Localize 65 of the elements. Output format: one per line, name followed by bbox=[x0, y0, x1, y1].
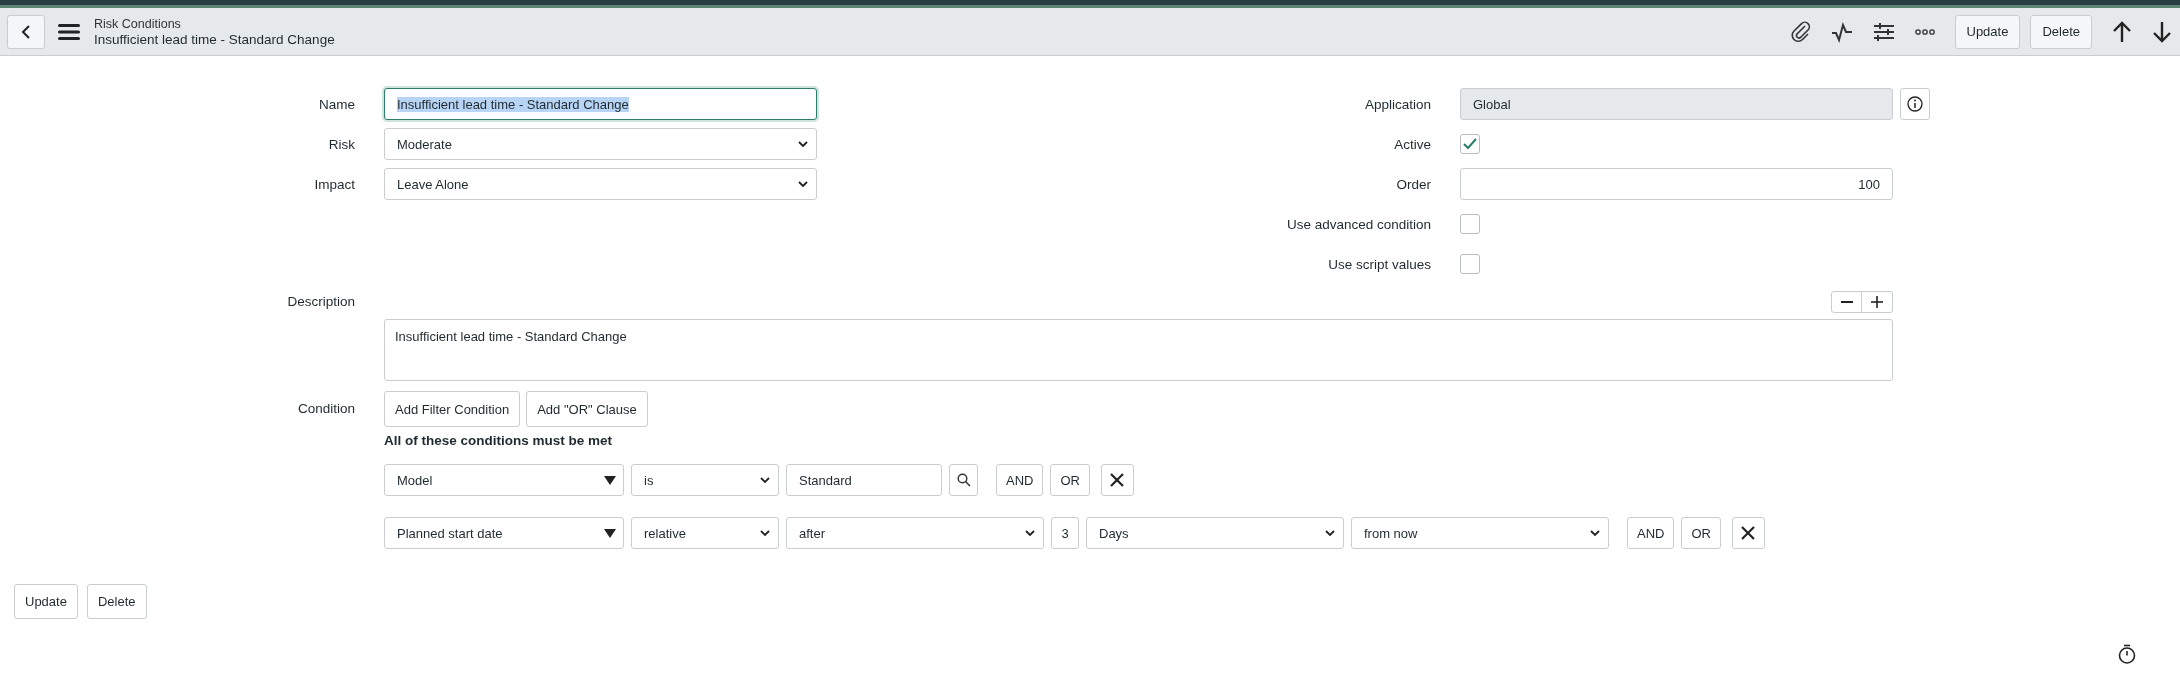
field-label: Name bbox=[318, 96, 355, 112]
logic-button[interactable]: OR bbox=[1050, 464, 1090, 496]
checkbox[interactable] bbox=[1460, 134, 1480, 154]
field-label: Condition bbox=[296, 400, 355, 418]
arrow-up-icon[interactable] bbox=[2112, 20, 2132, 43]
record-title: Insufficient lead time - Standard Change bbox=[94, 31, 335, 48]
value-select[interactable]: Days bbox=[1086, 517, 1344, 549]
field-label: Application bbox=[1363, 96, 1431, 112]
menu-icon[interactable] bbox=[58, 22, 80, 41]
info-button[interactable] bbox=[1900, 88, 1930, 120]
paperclip-icon[interactable] bbox=[1790, 20, 1811, 43]
close-icon bbox=[1741, 526, 1756, 540]
value-select[interactable]: from now bbox=[1351, 517, 1609, 549]
plus-icon bbox=[1870, 295, 1884, 309]
field-label: Use advanced condition bbox=[1285, 216, 1431, 232]
search-icon bbox=[956, 473, 971, 487]
lookup-button[interactable] bbox=[949, 464, 978, 496]
operator-select[interactable]: is bbox=[631, 464, 779, 496]
remove-condition-button[interactable] bbox=[1731, 517, 1765, 549]
readonly-field: Global bbox=[1460, 88, 1893, 120]
logic-button[interactable]: AND bbox=[1627, 517, 1675, 549]
checkmark-icon bbox=[1463, 138, 1477, 150]
description-textarea[interactable]: Insufficient lead time - Standard Change bbox=[384, 319, 1893, 381]
chevron-left-icon bbox=[20, 23, 32, 40]
condition-action-button[interactable]: Add Filter Condition bbox=[384, 391, 521, 427]
collapse-button[interactable] bbox=[1831, 291, 1862, 313]
condition-action-button[interactable]: Add "OR" Clause bbox=[526, 391, 648, 427]
footer-action-button[interactable]: Delete bbox=[86, 584, 147, 619]
footer-action-button[interactable]: Update bbox=[14, 584, 78, 619]
close-icon bbox=[1110, 473, 1125, 487]
field-label: Impact bbox=[313, 176, 355, 192]
field-label: Active bbox=[1393, 136, 1431, 152]
info-icon bbox=[1907, 96, 1923, 112]
select-field[interactable]: Moderate bbox=[384, 128, 817, 160]
checkbox[interactable] bbox=[1460, 214, 1480, 234]
condition-field-select[interactable]: Model bbox=[384, 464, 624, 496]
arrow-down-icon[interactable] bbox=[2152, 20, 2172, 43]
dropdown-triangle-icon bbox=[603, 527, 617, 539]
select-field[interactable]: Leave Alone bbox=[384, 168, 817, 200]
logic-button[interactable]: OR bbox=[1681, 517, 1721, 549]
field-label: Description bbox=[286, 293, 355, 311]
back-button[interactable] bbox=[7, 14, 45, 49]
checkbox[interactable] bbox=[1460, 254, 1480, 274]
operator-select[interactable]: relative bbox=[631, 517, 779, 549]
field-label: Use script values bbox=[1327, 256, 1431, 272]
value-select[interactable]: after bbox=[786, 517, 1044, 549]
field-label: Risk bbox=[327, 136, 355, 152]
name-field[interactable]: Insufficient lead time - Standard Change bbox=[384, 88, 817, 120]
header-action-button[interactable]: Delete bbox=[2030, 14, 2092, 49]
dropdown-triangle-icon bbox=[603, 474, 617, 486]
expand-button[interactable] bbox=[1862, 291, 1893, 313]
more-options-icon[interactable] bbox=[1914, 27, 1935, 36]
stopwatch-icon[interactable] bbox=[2118, 644, 2136, 664]
breadcrumb-text: Risk Conditions bbox=[94, 15, 182, 32]
quantity-field[interactable]: 3 bbox=[1051, 517, 1079, 549]
header-action-button[interactable]: Update bbox=[1954, 14, 2021, 49]
condition-field-select[interactable]: Planned start date bbox=[384, 517, 624, 549]
number-field[interactable]: 100 bbox=[1460, 168, 1893, 200]
remove-condition-button[interactable] bbox=[1100, 464, 1134, 496]
field-label: Order bbox=[1395, 176, 1431, 192]
sliders-icon[interactable] bbox=[1872, 21, 1895, 42]
pulse-icon[interactable] bbox=[1830, 20, 1853, 43]
logic-button[interactable]: AND bbox=[996, 464, 1044, 496]
value-field[interactable]: Standard bbox=[786, 464, 942, 496]
condition-heading: All of these conditions must be met bbox=[384, 433, 614, 449]
